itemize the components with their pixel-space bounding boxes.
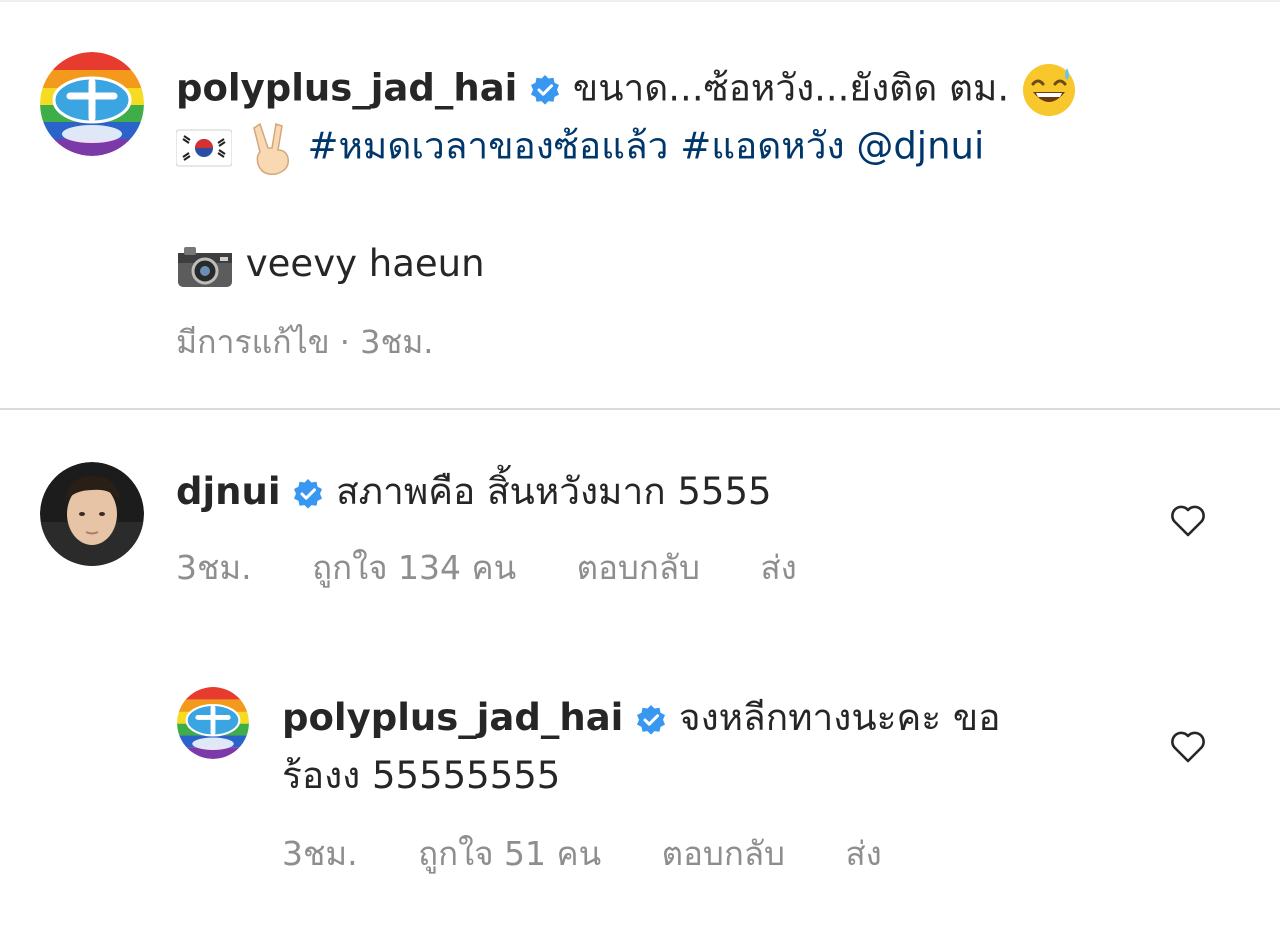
caption-line-2: #หมดเวลาของซ้อแล้ว #แอดหวัง @djnui (176, 120, 984, 176)
heart-icon[interactable] (1168, 726, 1208, 766)
heart-icon[interactable] (1168, 500, 1208, 540)
comment-time: 3ชม. (176, 548, 252, 587)
post-username[interactable]: polyplus_jad_hai (176, 67, 517, 110)
comment-likes-button[interactable]: ถูกใจ 134 คน (312, 548, 516, 588)
rainbow-logo-avatar (177, 687, 249, 759)
meta-separator: · (339, 323, 350, 361)
verified-badge-icon (635, 704, 667, 736)
comment-username[interactable]: djnui (176, 470, 281, 513)
hashtag-link-1[interactable]: #หมดเวลาของซ้อแล้ว (308, 125, 669, 168)
reply-likes-button[interactable]: ถูกใจ 51 คน (418, 834, 601, 874)
comment-reply-button[interactable]: ตอบกลับ (577, 548, 700, 588)
camera-emoji-icon (176, 243, 234, 289)
comment-line-1: djnui สภาพคือ สิ้นหวังมาก 5555 (176, 468, 772, 516)
post-time: 3ชม. (360, 323, 434, 361)
reply-avatar[interactable] (177, 687, 249, 759)
reply-time: 3ชม. (282, 834, 358, 873)
mention-link[interactable]: @djnui (856, 125, 984, 168)
victory-hand-emoji-icon (250, 120, 296, 176)
korea-flag-emoji-icon (176, 126, 232, 170)
rainbow-logo-avatar (40, 52, 144, 156)
verified-badge-icon (292, 478, 324, 510)
caption-line-4: veevy haeun (176, 240, 485, 289)
reply-meta: 3ชม. ถูกใจ 51 คน ตอบกลับ ส่ง (282, 834, 882, 874)
edited-label: มีการแก้ไข (176, 323, 330, 361)
reply-line-2: ร้องง 55555555 (282, 752, 560, 800)
comment-send-button[interactable]: ส่ง (761, 548, 797, 588)
reply-line-1: polyplus_jad_hai จงหลีกทางนะคะ ขอ (282, 694, 1000, 742)
caption-divider (0, 408, 1280, 410)
comment-meta: 3ชม. ถูกใจ 134 คน ตอบกลับ ส่ง (176, 548, 797, 588)
caption-line-1: polyplus_jad_hai ขนาด...ซ้อหวัง...ยังติด… (176, 62, 1077, 118)
post-meta: มีการแก้ไข · 3ชม. (176, 322, 433, 362)
caption-text: ขนาด...ซ้อหวัง...ยังติด ตม. (572, 66, 1010, 110)
comment-text: สภาพคือ สิ้นหวังมาก 5555 (336, 470, 772, 513)
top-divider (0, 0, 1280, 2)
reply-username[interactable]: polyplus_jad_hai (282, 696, 623, 739)
photo-credit: veevy haeun (245, 242, 485, 285)
comment-avatar[interactable] (40, 462, 144, 566)
reply-send-button[interactable]: ส่ง (846, 834, 882, 874)
reply-text-line-1: จงหลีกทางนะคะ ขอ (678, 696, 1001, 739)
verified-badge-icon (529, 74, 561, 106)
person-photo-avatar (40, 462, 144, 566)
sweat-smile-emoji-icon (1021, 62, 1077, 118)
hashtag-link-2[interactable]: #แอดหวัง (680, 125, 844, 168)
reply-reply-button[interactable]: ตอบกลับ (662, 834, 785, 874)
reply-text-line-2: ร้องง 55555555 (282, 754, 561, 797)
post-avatar[interactable] (40, 52, 144, 156)
